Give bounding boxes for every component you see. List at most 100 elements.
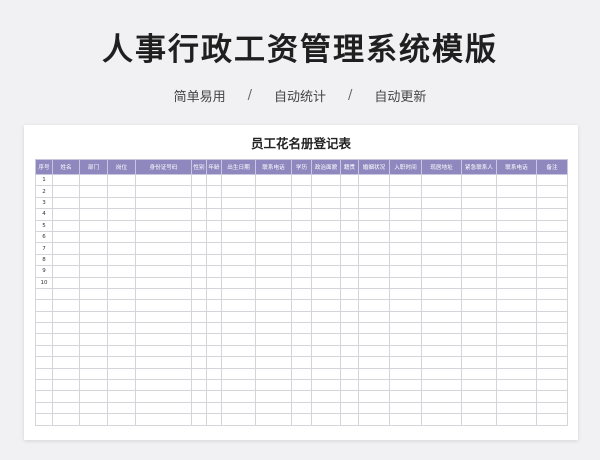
table-cell[interactable]: [191, 230, 207, 244]
table-cell[interactable]: [421, 333, 462, 346]
table-cell[interactable]: [421, 299, 462, 312]
table-cell[interactable]: [536, 208, 568, 221]
table-cell[interactable]: [206, 356, 222, 369]
table-cell[interactable]: [421, 276, 462, 289]
table-cell[interactable]: [389, 367, 422, 381]
table-cell[interactable]: [536, 401, 568, 415]
table-cell[interactable]: [291, 196, 312, 210]
table-cell[interactable]: [311, 367, 341, 381]
table-cell[interactable]: [52, 333, 80, 346]
table-cell[interactable]: [221, 344, 256, 358]
table-cell[interactable]: [358, 253, 390, 267]
table-cell[interactable]: [340, 208, 359, 221]
table-cell[interactable]: [221, 219, 256, 232]
table-cell[interactable]: [536, 196, 568, 210]
table-cell[interactable]: [79, 173, 108, 187]
table-cell[interactable]: [191, 185, 207, 198]
table-cell[interactable]: [496, 173, 537, 187]
table-cell[interactable]: [461, 413, 497, 426]
table-cell[interactable]: [221, 322, 256, 335]
table-cell[interactable]: [536, 299, 568, 312]
table-cell[interactable]: [291, 299, 312, 312]
row-number-cell[interactable]: [35, 379, 53, 392]
table-cell[interactable]: [191, 413, 207, 426]
table-cell[interactable]: [340, 242, 359, 255]
table-cell[interactable]: [255, 401, 292, 415]
table-cell[interactable]: [461, 253, 497, 267]
table-cell[interactable]: [107, 367, 136, 381]
table-cell[interactable]: [107, 173, 136, 187]
table-cell[interactable]: [536, 230, 568, 244]
table-cell[interactable]: [191, 276, 207, 289]
table-cell[interactable]: [221, 367, 256, 381]
table-cell[interactable]: [311, 287, 341, 301]
table-cell[interactable]: [206, 253, 222, 267]
table-cell[interactable]: [496, 276, 537, 289]
table-cell[interactable]: [421, 173, 462, 187]
table-cell[interactable]: [291, 265, 312, 278]
table-cell[interactable]: [311, 242, 341, 255]
table-cell[interactable]: [536, 367, 568, 381]
row-number-cell[interactable]: [35, 299, 53, 312]
table-cell[interactable]: [358, 230, 390, 244]
table-cell[interactable]: [421, 208, 462, 221]
table-cell[interactable]: [291, 344, 312, 358]
table-cell[interactable]: [340, 185, 359, 198]
table-cell[interactable]: [291, 173, 312, 187]
table-cell[interactable]: [311, 401, 341, 415]
table-cell[interactable]: [206, 310, 222, 324]
row-number-cell[interactable]: 7: [35, 242, 53, 255]
table-cell[interactable]: [191, 219, 207, 232]
table-cell[interactable]: [389, 208, 422, 221]
table-cell[interactable]: [340, 322, 359, 335]
table-cell[interactable]: [52, 173, 80, 187]
table-cell[interactable]: [191, 242, 207, 255]
table-cell[interactable]: [191, 401, 207, 415]
table-cell[interactable]: [52, 196, 80, 210]
table-cell[interactable]: [461, 390, 497, 403]
table-cell[interactable]: [255, 356, 292, 369]
table-cell[interactable]: [461, 379, 497, 392]
table-cell[interactable]: [191, 287, 207, 301]
table-cell[interactable]: [421, 253, 462, 267]
table-cell[interactable]: [191, 333, 207, 346]
table-cell[interactable]: [496, 230, 537, 244]
table-cell[interactable]: [461, 401, 497, 415]
table-cell[interactable]: [389, 390, 422, 403]
table-cell[interactable]: [358, 356, 390, 369]
table-cell[interactable]: [255, 208, 292, 221]
row-number-cell[interactable]: [35, 401, 53, 415]
table-cell[interactable]: [291, 413, 312, 426]
table-cell[interactable]: [311, 185, 341, 198]
table-cell[interactable]: [536, 287, 568, 301]
table-cell[interactable]: [221, 185, 256, 198]
table-cell[interactable]: [389, 185, 422, 198]
table-cell[interactable]: [191, 208, 207, 221]
table-cell[interactable]: [79, 219, 108, 232]
table-cell[interactable]: [52, 401, 80, 415]
table-cell[interactable]: [255, 196, 292, 210]
table-cell[interactable]: [496, 401, 537, 415]
table-cell[interactable]: [358, 287, 390, 301]
table-cell[interactable]: [358, 299, 390, 312]
table-cell[interactable]: [536, 253, 568, 267]
table-cell[interactable]: [358, 401, 390, 415]
table-cell[interactable]: [52, 276, 80, 289]
table-cell[interactable]: [135, 379, 192, 392]
table-cell[interactable]: [389, 379, 422, 392]
table-cell[interactable]: [221, 208, 256, 221]
table-cell[interactable]: [206, 185, 222, 198]
table-cell[interactable]: [206, 276, 222, 289]
table-cell[interactable]: [536, 276, 568, 289]
table-cell[interactable]: [221, 276, 256, 289]
table-cell[interactable]: [461, 230, 497, 244]
table-cell[interactable]: [52, 208, 80, 221]
table-cell[interactable]: [389, 401, 422, 415]
table-cell[interactable]: [536, 390, 568, 403]
table-cell[interactable]: [291, 287, 312, 301]
table-cell[interactable]: [206, 413, 222, 426]
table-cell[interactable]: [358, 344, 390, 358]
table-cell[interactable]: [496, 208, 537, 221]
table-cell[interactable]: [191, 379, 207, 392]
table-cell[interactable]: [536, 356, 568, 369]
